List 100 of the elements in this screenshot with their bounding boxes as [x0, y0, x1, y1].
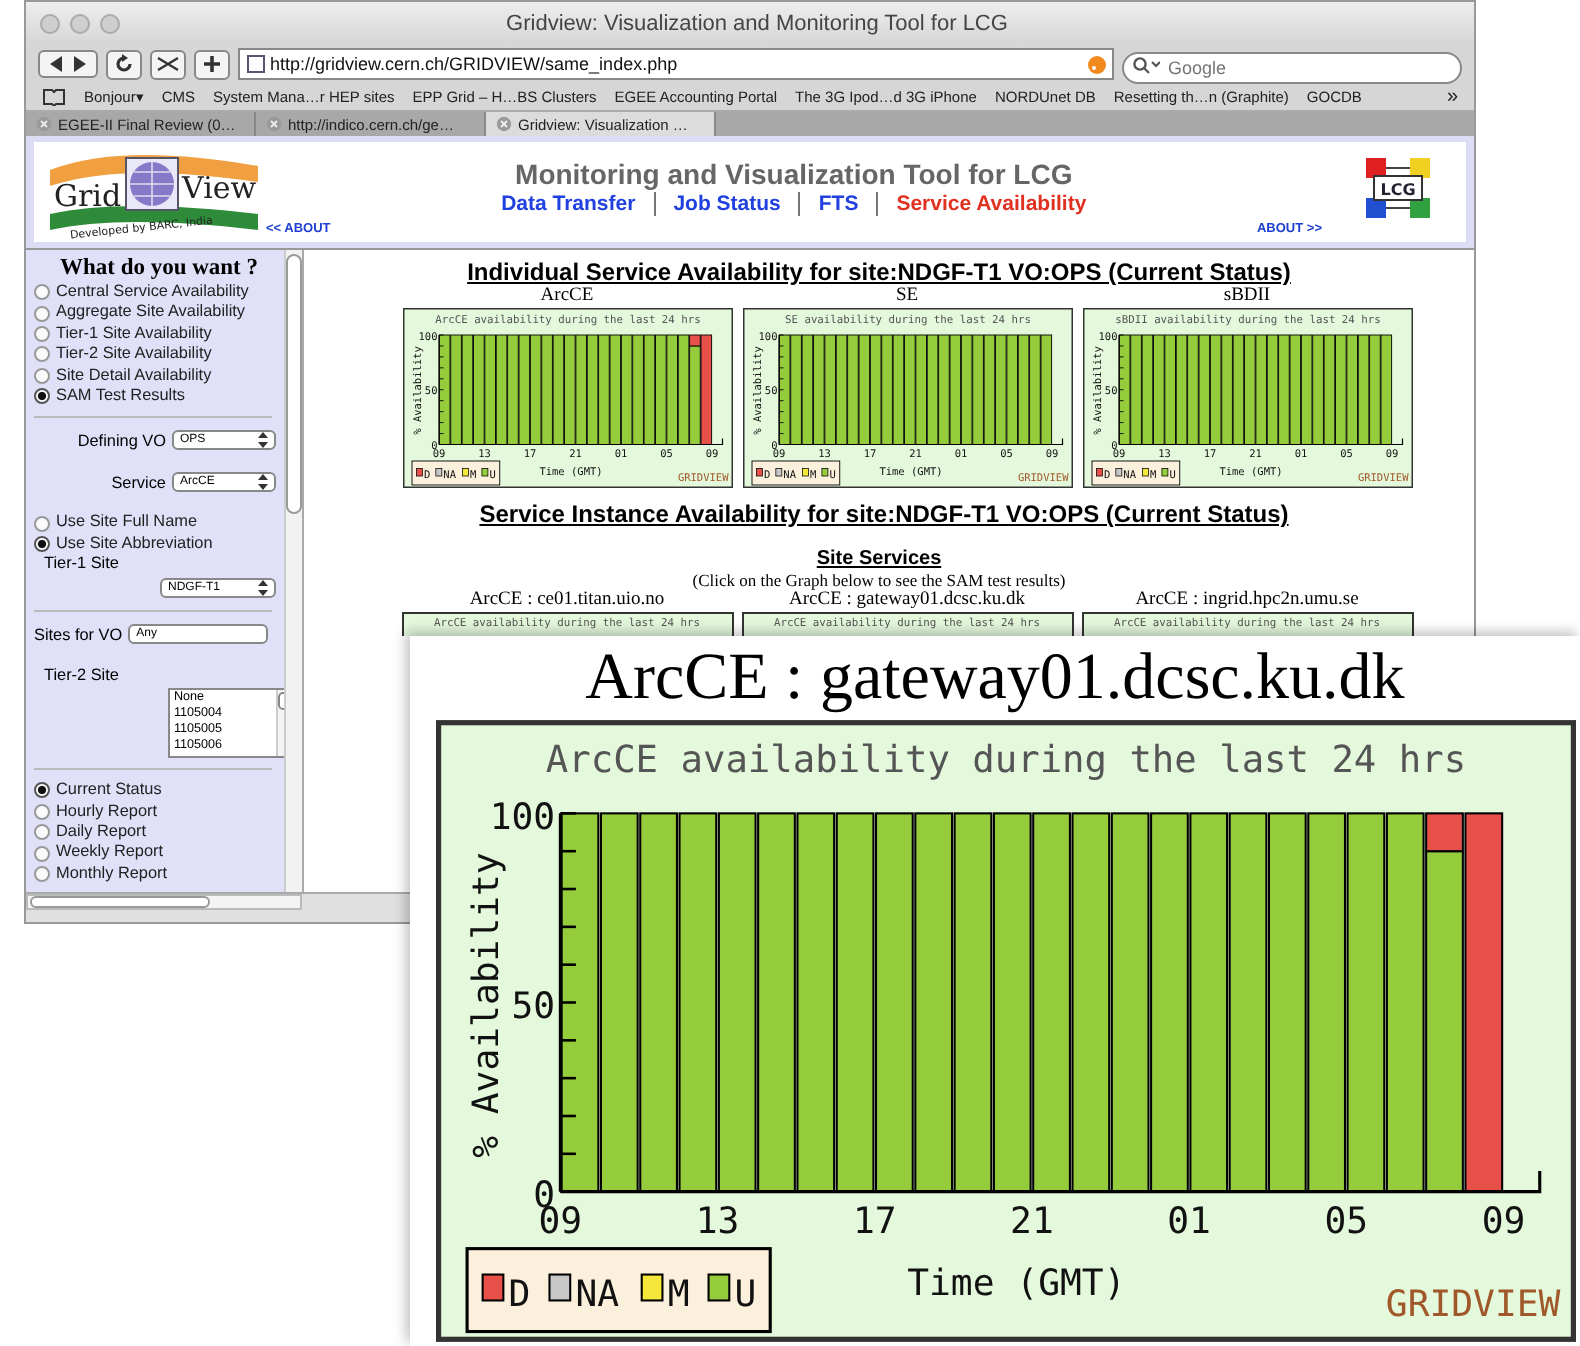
- report-option[interactable]: Monthly Report: [34, 863, 284, 885]
- reload-button[interactable]: [106, 49, 142, 79]
- close-icon[interactable]: [496, 116, 512, 132]
- address-field[interactable]: http://gridview.cern.ch/GRIDVIEW/same_index.php: [238, 48, 1114, 80]
- radio-button[interactable]: [34, 845, 50, 862]
- plus-icon: [202, 54, 222, 74]
- credit-label: GRIDVIEW: [1384, 1284, 1560, 1326]
- name-option[interactable]: Use Site Abbreviation: [34, 533, 284, 555]
- scrollbar[interactable]: [26, 894, 302, 910]
- radio-button[interactable]: [34, 824, 50, 841]
- chart-caption: SE: [895, 286, 919, 308]
- legend-box: [1090, 460, 1180, 486]
- nav-link[interactable]: FTS: [798, 192, 877, 216]
- view-option[interactable]: SAM Test Results: [34, 386, 284, 407]
- more-bookmarks-button[interactable]: »: [1446, 86, 1458, 108]
- lcg-logo-drawing: [1366, 158, 1430, 218]
- hint-text: (Click on the Graph below to see the SAM test results): [692, 570, 1066, 590]
- report-option[interactable]: Hourly Report: [34, 801, 284, 823]
- tick-label: 21: [1009, 1201, 1053, 1244]
- chart-caption: ArcCE: [540, 286, 594, 308]
- legend-label: M: [666, 1273, 689, 1316]
- field-label: Tier-1 Site: [42, 554, 121, 573]
- report-option[interactable]: Current Status: [34, 780, 284, 802]
- scissors-icon: [156, 54, 180, 74]
- reload-icon: [114, 54, 134, 74]
- minimize-icon[interactable]: [70, 13, 90, 33]
- y-axis: [437, 334, 443, 446]
- view-option[interactable]: Tier-2 Site Availability: [34, 344, 284, 366]
- sidebar-heading: What do you want ?: [57, 256, 261, 280]
- radio-button[interactable]: [34, 367, 50, 384]
- logo-text: View: [182, 170, 257, 206]
- radio-button[interactable]: [34, 515, 50, 532]
- radio-button[interactable]: [34, 866, 50, 883]
- forward-icon[interactable]: [70, 54, 90, 74]
- field-label: Tier-2 Site: [42, 666, 121, 685]
- updown-icon: [258, 580, 268, 597]
- report-option[interactable]: Weekly Report: [34, 842, 284, 864]
- logo-text: LCG: [1380, 181, 1416, 199]
- y-axis: [1117, 334, 1123, 446]
- add-bookmark-button[interactable]: [194, 49, 230, 79]
- page-icon: [246, 54, 266, 74]
- tick-label: 100: [488, 796, 555, 839]
- rss-icon[interactable]: [1088, 55, 1106, 73]
- radio-button[interactable]: [34, 284, 50, 301]
- tick-label: 50: [510, 986, 555, 1029]
- nav-link[interactable]: Job Status: [653, 192, 799, 216]
- tick-label: 13: [694, 1201, 739, 1244]
- close-icon[interactable]: [36, 116, 52, 132]
- field-label: Defining VO: [77, 431, 166, 450]
- back-icon[interactable]: [46, 54, 66, 74]
- nav-link[interactable]: Service Availability: [876, 192, 1105, 216]
- close-icon[interactable]: [40, 13, 60, 33]
- field-label: Sites for VO: [34, 625, 123, 644]
- updown-icon: [258, 432, 268, 449]
- legend-box: [750, 460, 840, 486]
- site-title: Monitoring and Visualization Tool for LCG: [515, 158, 1073, 190]
- subsection-title: Site Services: [816, 548, 942, 570]
- tick-label: 05: [1323, 1201, 1368, 1244]
- nav-link[interactable]: Data Transfer: [483, 192, 654, 216]
- book-icon[interactable]: [42, 88, 66, 106]
- chart-caption: sBDII: [1223, 286, 1271, 308]
- field-label: Service: [111, 473, 166, 492]
- radio-button[interactable]: [34, 782, 50, 799]
- snapback-button[interactable]: [150, 49, 186, 79]
- close-icon[interactable]: [266, 116, 282, 132]
- zoom-icon[interactable]: [100, 13, 120, 33]
- view-option[interactable]: Tier-1 Site Availability: [34, 323, 284, 345]
- view-option[interactable]: Aggregate Site Availability: [34, 302, 284, 324]
- chart-caption: ArcCE : gateway01.dcsc.ku.dk: [585, 640, 1405, 718]
- legend-label: NA: [574, 1273, 619, 1316]
- name-option[interactable]: Use Site Full Name: [34, 512, 284, 534]
- axis-title: % Availability: [465, 852, 508, 1158]
- window-title: Gridview: Visualization and Monitoring Tool for LCG: [504, 11, 1010, 35]
- view-option[interactable]: Central Service Availability: [34, 282, 284, 303]
- chart-caption: ArcCE : gateway01.dcsc.ku.dk: [789, 590, 1025, 612]
- y-axis: [777, 334, 783, 446]
- radio-button[interactable]: [34, 326, 50, 343]
- radio-button[interactable]: [34, 803, 50, 820]
- logo-text: Grid: [54, 178, 122, 214]
- section-title: Service Instance Availability for site:NDGF-T1 VO:OPS (Current Status): [477, 500, 1289, 528]
- radio-button[interactable]: [34, 346, 50, 363]
- back-forward-control[interactable]: [38, 50, 98, 78]
- legend-label: D: [507, 1273, 530, 1316]
- radio-button[interactable]: [34, 536, 50, 553]
- search-field[interactable]: Google: [1122, 52, 1462, 84]
- section-title: Individual Service Availability for site:NDGF-T1 VO:OPS (Current Status): [467, 258, 1291, 286]
- globe-icon: [125, 157, 179, 211]
- legend-box: [410, 460, 500, 486]
- legend-label: U: [733, 1273, 756, 1316]
- report-option[interactable]: Daily Report: [34, 822, 284, 843]
- chart-caption: ArcCE : ce01.titan.uio.no: [469, 590, 665, 612]
- tick-label: 09: [1480, 1201, 1525, 1244]
- tick-label: 17: [851, 1201, 896, 1244]
- chart-title: ArcCE availability during the last 24 hrs: [544, 739, 1466, 782]
- view-option[interactable]: Site Detail Availability: [34, 365, 284, 387]
- updown-icon: [258, 474, 268, 491]
- radio-button[interactable]: [34, 305, 50, 322]
- tick-label: 01: [1166, 1201, 1210, 1244]
- scrollbar[interactable]: [284, 250, 302, 892]
- radio-button[interactable]: [34, 388, 50, 405]
